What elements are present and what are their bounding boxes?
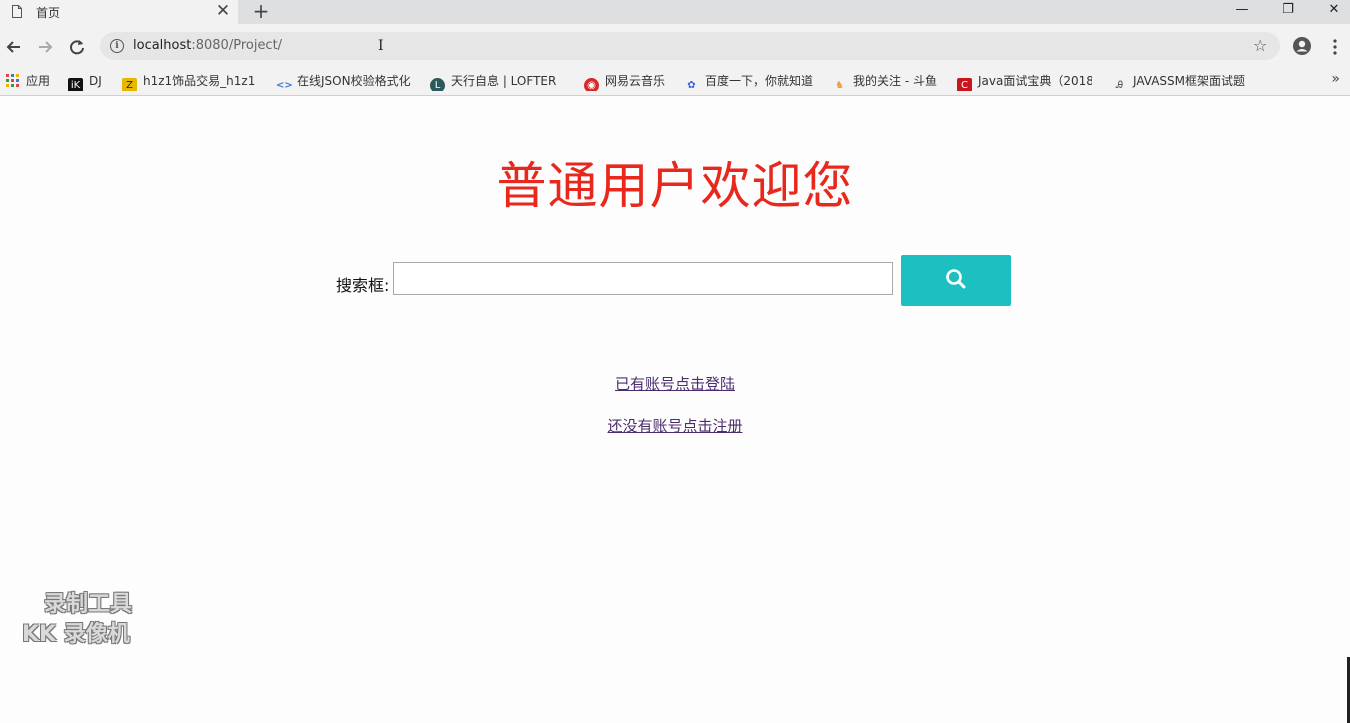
bookmarks-bar: 应用 iK DJ Zh1z1饰品交易_h1z1 <> 在线JSON校验格式化 L 天行… — [0, 67, 1350, 96]
csdn-icon: C — [957, 78, 972, 91]
search-button[interactable] — [901, 255, 1011, 306]
baidu-paw-icon: ✿ — [687, 80, 696, 91]
ssm-icon: Ꭿ — [1115, 80, 1124, 91]
search-icon — [946, 269, 966, 289]
login-link[interactable]: 已有账号点击登陆 — [615, 375, 735, 393]
search-label: 搜索框: — [336, 276, 390, 295]
page-content: 普通用户欢迎您 搜索框: 已有账号点击登陆 还没有账号点击注册 — [0, 96, 1350, 723]
text-cursor-icon: I — [378, 38, 384, 54]
netease-music-icon: ◉ — [584, 78, 599, 91]
douyu-icon: ♞ — [835, 80, 844, 91]
reload-icon[interactable] — [66, 36, 88, 58]
minimize-button[interactable]: — — [1219, 0, 1265, 22]
tab-home[interactable]: 首页 ✕ — [0, 0, 238, 24]
bookmarks-overflow-icon[interactable]: » — [1331, 71, 1340, 87]
account-icon[interactable] — [1292, 36, 1312, 56]
apps-grid-icon — [6, 74, 19, 87]
recorder-watermark: 录制工具 KK 录像机 — [22, 590, 132, 650]
register-link-row: 还没有账号点击注册 — [0, 415, 1350, 436]
tab-title: 首页 — [36, 6, 61, 20]
watermark-line1: 录制工具 — [44, 592, 133, 617]
tab-strip: 首页 ✕ + — ❐ ✕ — [0, 0, 1350, 24]
forward-arrow-icon[interactable] — [34, 36, 56, 58]
bookmark-douyu[interactable]: ♞ 我的关注 - 斗鱼 — [832, 71, 944, 91]
page-title: 普通用户欢迎您 — [496, 157, 854, 215]
window-close-button[interactable]: ✕ — [1311, 0, 1350, 22]
bookmark-dj[interactable]: iK DJ — [68, 71, 113, 91]
bookmark-h1z1[interactable]: Zh1z1饰品交易_h1z1 — [122, 71, 257, 91]
new-tab-button[interactable]: + — [250, 0, 272, 22]
tab-close-icon[interactable]: ✕ — [214, 1, 232, 21]
login-link-row: 已有账号点击登陆 — [0, 373, 1350, 394]
bookmark-java-interview[interactable]: C Java面试宝典（2018 — [957, 71, 1092, 91]
register-link[interactable]: 还没有账号点击注册 — [607, 417, 742, 435]
h1z1-icon: Z — [122, 78, 137, 91]
address-bar[interactable]: i localhost:8080/Project/ ☆ — [100, 32, 1280, 60]
url-text: localhost:8080/Project/ — [133, 38, 283, 53]
bookmark-netease-music[interactable]: ◉ 网易云音乐 — [584, 71, 674, 91]
maximize-button[interactable]: ❐ — [1265, 0, 1311, 22]
site-info-icon[interactable]: i — [110, 39, 124, 53]
lofter-icon: L — [430, 78, 445, 91]
bookmark-apps[interactable]: 应用 — [5, 71, 60, 91]
bookmark-ssm[interactable]: Ꭿ JAVASSM框架面试题 — [1112, 71, 1250, 91]
bookmark-baidu[interactable]: ✿ 百度一下，你就知道 — [684, 71, 820, 91]
search-input[interactable] — [393, 262, 893, 295]
browser-toolbar: i localhost:8080/Project/ ☆ I — [0, 24, 1350, 67]
json-icon: <> — [276, 80, 293, 91]
ik-icon: iK — [68, 78, 83, 91]
bookmark-json[interactable]: <> 在线JSON校验格式化 — [276, 71, 413, 91]
page-icon — [12, 5, 22, 18]
back-arrow-icon[interactable] — [3, 36, 25, 58]
watermark-line2: KK 录像机 — [22, 622, 130, 647]
bookmark-star-icon[interactable]: ☆ — [1253, 36, 1267, 55]
more-menu-icon[interactable] — [1329, 37, 1341, 57]
bookmark-lofter[interactable]: L 天行自息 | LOFTER — [430, 71, 558, 91]
